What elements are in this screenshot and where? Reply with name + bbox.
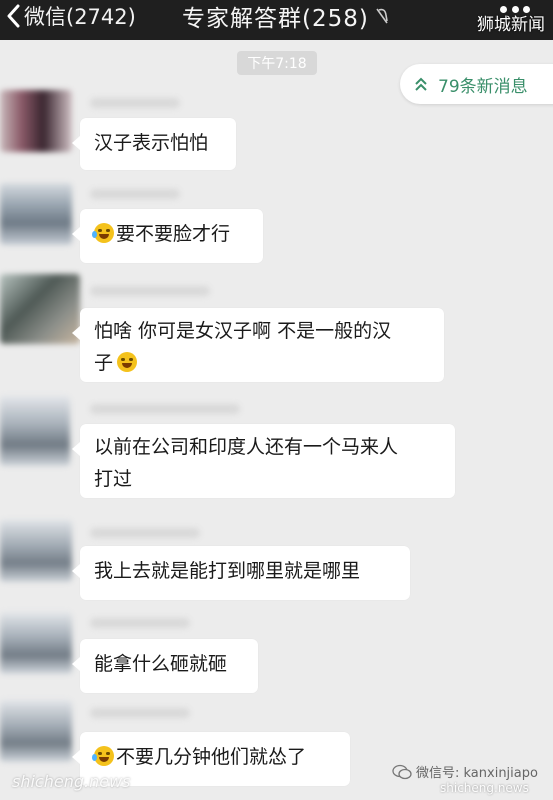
nickname bbox=[90, 618, 190, 628]
avatar[interactable] bbox=[0, 183, 72, 245]
message-row: 要不要脸才行 bbox=[0, 183, 553, 263]
message-text-line1: 怕啥 你可是女汉子啊 不是一般的汉 bbox=[94, 320, 392, 342]
source-watermark: shicheng.news bbox=[12, 772, 131, 791]
message-text: 能拿什么砸就砸 bbox=[94, 653, 228, 675]
nickname bbox=[90, 286, 210, 296]
chevron-left-icon bbox=[7, 4, 20, 28]
message-text: 汉子表示怕怕 bbox=[94, 132, 209, 154]
message-bubble[interactable]: 以前在公司和印度人还有一个马来人 打过 bbox=[72, 424, 455, 498]
time-divider: 下午7:18 bbox=[237, 51, 317, 75]
nickname bbox=[90, 708, 190, 718]
nickname bbox=[90, 98, 180, 108]
title-bar: 微信(2742) 专家解答群(258) 狮城新闻 bbox=[0, 0, 553, 40]
back-label: 微信(2742) bbox=[24, 5, 136, 29]
message-text-line1: 以前在公司和印度人还有一个马来人 bbox=[94, 436, 399, 458]
avatar[interactable] bbox=[0, 274, 80, 344]
nickname bbox=[90, 528, 200, 538]
message-bubble[interactable]: 能拿什么砸就砸 bbox=[72, 639, 258, 693]
wechat-id-watermark: 微信号: kanxinjiapo shicheng.news bbox=[392, 762, 550, 795]
avatar[interactable] bbox=[0, 612, 72, 674]
grin-emoji bbox=[117, 352, 138, 372]
chat-title-area: 专家解答群(258) bbox=[182, 0, 389, 32]
message-bubble[interactable]: 要不要脸才行 bbox=[72, 209, 263, 263]
brand-watermark: 狮城新闻 bbox=[477, 15, 545, 35]
message-row: 汉子表示怕怕 bbox=[0, 90, 553, 170]
message-bubble[interactable]: 汉子表示怕怕 bbox=[72, 118, 236, 170]
message-row: 以前在公司和印度人还有一个马来人 打过 bbox=[0, 394, 553, 506]
nickname bbox=[90, 404, 240, 414]
laugh-cry-emoji bbox=[92, 223, 114, 243]
wechat-id-text: 微信号: kanxinjiapo bbox=[416, 766, 538, 781]
message-bubble[interactable]: 怕啥 你可是女汉子啊 不是一般的汉 子 bbox=[72, 308, 444, 382]
site-watermark: shicheng.news bbox=[440, 781, 529, 795]
message-text: 我上去就是能打到哪里就是哪里 bbox=[94, 560, 361, 582]
message-row: 能拿什么砸就砸 bbox=[0, 612, 553, 694]
avatar[interactable] bbox=[0, 90, 72, 152]
avatar[interactable] bbox=[0, 700, 72, 762]
avatar[interactable] bbox=[0, 520, 72, 582]
message-text-line2: 子 bbox=[94, 352, 114, 374]
nickname bbox=[90, 189, 180, 199]
message-row: 我上去就是能打到哪里就是哪里 bbox=[0, 520, 553, 602]
message-bubble[interactable]: 我上去就是能打到哪里就是哪里 bbox=[72, 546, 410, 600]
message-row: 怕啥 你可是女汉子啊 不是一般的汉 子 bbox=[0, 272, 553, 384]
message-text: 不要几分钟他们就怂了 bbox=[116, 746, 307, 768]
avatar[interactable] bbox=[0, 396, 70, 466]
wechat-logo-icon bbox=[392, 764, 412, 779]
laugh-cry-emoji bbox=[92, 746, 114, 766]
message-text: 要不要脸才行 bbox=[116, 223, 231, 245]
mute-icon bbox=[376, 8, 388, 24]
message-text-line2: 打过 bbox=[94, 468, 133, 490]
chat-title: 专家解答群(258) bbox=[182, 6, 369, 32]
back-button[interactable]: 微信(2742) bbox=[6, 0, 136, 32]
